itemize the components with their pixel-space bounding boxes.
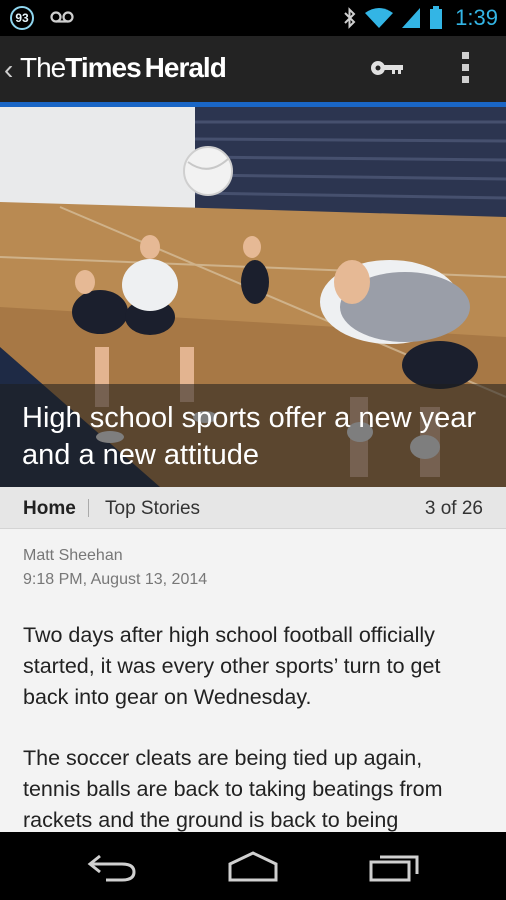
brand-the: The: [20, 52, 66, 83]
brand-times: Times: [65, 52, 141, 83]
article-date: 9:18 PM, August 13, 2014: [23, 571, 208, 588]
overflow-menu-icon[interactable]: [462, 52, 470, 86]
chevron-left-icon[interactable]: ‹: [4, 56, 13, 84]
voicemail-icon: [50, 11, 74, 23]
back-icon[interactable]: [86, 850, 138, 884]
key-icon[interactable]: [370, 58, 404, 78]
brand-herald: Herald: [144, 52, 227, 83]
home-icon[interactable]: [226, 850, 280, 884]
status-bar: 93 1:39: [0, 0, 506, 36]
notification-count-badge: 93: [10, 6, 34, 30]
article-paragraph: Two days after high school football offi…: [23, 623, 441, 709]
article-pager: 3 of 26: [424, 498, 483, 519]
article-author: Matt Sheehan: [23, 547, 123, 564]
clock: 1:39: [455, 5, 498, 30]
signal-icon: [402, 8, 421, 28]
app-logo[interactable]: TheTimes Herald: [20, 48, 227, 88]
breadcrumb-home[interactable]: Home: [23, 498, 76, 520]
wifi-icon: [365, 8, 394, 28]
breadcrumb-top-stories[interactable]: Top Stories: [105, 498, 200, 520]
bluetooth-icon: [344, 7, 356, 29]
article-paragraph: The soccer cleats are being tied up agai…: [23, 746, 443, 832]
breadcrumb-divider: [88, 499, 89, 517]
recent-apps-icon[interactable]: [368, 850, 422, 884]
battery-icon: [430, 6, 443, 29]
article-headline: High school sports offer a new year and …: [22, 402, 477, 471]
